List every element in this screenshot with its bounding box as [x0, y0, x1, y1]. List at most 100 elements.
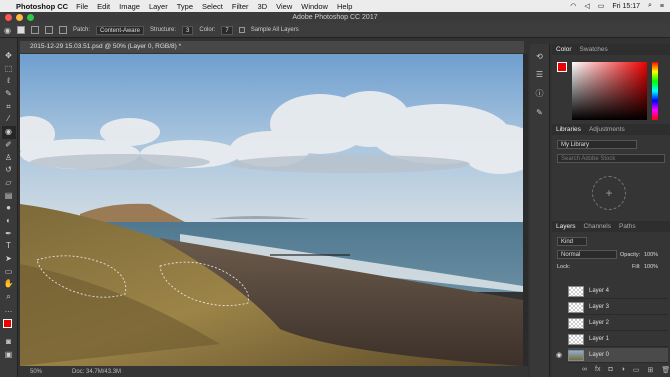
doc-size[interactable]: Doc: 34.7M/43.3M: [72, 369, 121, 375]
new-selection-icon[interactable]: [16, 26, 25, 34]
foreground-color-swatch[interactable]: [557, 62, 567, 72]
blend-mode-select[interactable]: Normal: [557, 250, 617, 259]
layer-row[interactable]: Layer 1: [568, 332, 668, 347]
layer-row[interactable]: Layer 3: [568, 300, 668, 315]
app-menu[interactable]: Photoshop CC: [16, 2, 68, 11]
history-brush-tool-icon[interactable]: ↺: [2, 164, 16, 177]
vertical-scrollbar[interactable]: [523, 54, 528, 366]
menu-clock[interactable]: Fri 15:17: [612, 3, 640, 10]
menu-window[interactable]: Window: [301, 2, 328, 11]
tab-libraries[interactable]: Libraries: [556, 126, 581, 133]
document-tab[interactable]: 2015-12-29 15.03.51.psd @ 50% (Layer 0, …: [20, 41, 524, 53]
hand-tool-icon[interactable]: ✋: [2, 278, 16, 291]
sample-all-checkbox[interactable]: [238, 27, 245, 33]
move-tool-icon[interactable]: ✥: [2, 50, 16, 63]
history-panel-icon[interactable]: ⟲: [536, 52, 543, 61]
layer-thumbnail: [568, 317, 584, 329]
add-library-item-icon[interactable]: +: [592, 176, 626, 210]
menu-view[interactable]: View: [276, 2, 292, 11]
color-field[interactable]: 7: [221, 25, 233, 35]
tab-layers[interactable]: Layers: [556, 223, 576, 230]
stock-search-input[interactable]: Search Adobe Stock: [557, 154, 665, 163]
dodge-tool-icon[interactable]: ◐: [2, 215, 16, 228]
adjustment-layer-icon[interactable]: ◑: [621, 366, 625, 374]
fill-value[interactable]: 100%: [644, 264, 658, 270]
delete-layer-icon[interactable]: 🗑: [661, 366, 670, 374]
info-panel-icon[interactable]: ⓘ: [536, 88, 544, 99]
quick-mask-icon[interactable]: ◙: [2, 336, 16, 349]
layer-name: Layer 4: [589, 288, 610, 294]
document-canvas[interactable]: [20, 54, 523, 366]
eraser-tool-icon[interactable]: ▱: [2, 177, 16, 190]
menu-file[interactable]: File: [76, 2, 88, 11]
foreground-color-swatch[interactable]: [2, 319, 12, 329]
patch-tool-icon[interactable]: ◉: [1, 126, 16, 139]
gradient-tool-icon[interactable]: ▤: [2, 190, 16, 203]
tab-channels[interactable]: Channels: [584, 223, 611, 230]
more-tools-icon[interactable]: …: [2, 304, 16, 317]
color-swatches-icon[interactable]: [2, 316, 16, 336]
layer-row[interactable]: ◉ Layer 0: [556, 348, 668, 363]
tab-swatches[interactable]: Swatches: [580, 46, 608, 53]
link-layers-icon[interactable]: ∞: [582, 366, 587, 374]
menu-layer[interactable]: Layer: [149, 2, 168, 11]
brush-tool-icon[interactable]: ✐: [2, 139, 16, 152]
screen-mode-icon[interactable]: ▣: [2, 349, 16, 362]
zoom-window-button[interactable]: [27, 14, 34, 21]
add-mask-icon[interactable]: ◘: [608, 366, 612, 374]
tab-adjustments[interactable]: Adjustments: [589, 126, 625, 133]
path-select-tool-icon[interactable]: ➤: [2, 253, 16, 266]
layer-name: Layer 1: [589, 336, 610, 342]
color-picker-field[interactable]: [572, 62, 647, 120]
new-group-icon[interactable]: ▭: [633, 366, 640, 374]
sound-icon[interactable]: ◁: [584, 2, 589, 10]
intersect-selection-icon[interactable]: [58, 26, 67, 34]
libraries-tabs: Libraries Adjustments: [552, 124, 670, 135]
menu-image[interactable]: Image: [119, 2, 140, 11]
opacity-value[interactable]: 100%: [644, 252, 658, 258]
layer-filter-kind[interactable]: Kind: [557, 237, 587, 246]
properties-panel-icon[interactable]: ☰: [536, 70, 543, 79]
visibility-eye-icon[interactable]: ◉: [556, 351, 562, 359]
menu-3d[interactable]: 3D: [258, 2, 268, 11]
add-selection-icon[interactable]: [30, 26, 39, 34]
menu-edit[interactable]: Edit: [97, 2, 110, 11]
library-select[interactable]: My Library: [557, 140, 637, 149]
structure-field[interactable]: 3: [182, 25, 194, 35]
eyedropper-tool-icon[interactable]: ⁄: [2, 113, 16, 126]
zoom-level[interactable]: 50%: [30, 369, 42, 375]
close-window-button[interactable]: [5, 14, 12, 21]
shape-tool-icon[interactable]: ▭: [2, 266, 16, 279]
zoom-tool-icon[interactable]: ⌕: [2, 291, 16, 304]
menu-select[interactable]: Select: [202, 2, 223, 11]
patch-tool-icon[interactable]: ◉: [4, 26, 11, 35]
hue-slider[interactable]: [652, 62, 658, 120]
battery-icon[interactable]: ▭: [598, 2, 605, 10]
wifi-icon[interactable]: ◠: [570, 2, 576, 10]
pen-tool-icon[interactable]: ✒: [2, 228, 16, 241]
type-tool-icon[interactable]: T: [2, 240, 16, 253]
layer-row[interactable]: Layer 4: [568, 284, 668, 299]
quick-select-tool-icon[interactable]: ✎: [2, 88, 16, 101]
minimize-window-button[interactable]: [16, 14, 23, 21]
crop-tool-icon[interactable]: ⌗: [2, 101, 16, 114]
layer-name: Layer 2: [589, 320, 610, 326]
list-icon[interactable]: ≡: [660, 3, 664, 10]
search-icon[interactable]: ⌕: [648, 2, 652, 10]
new-layer-icon[interactable]: ⊞: [648, 366, 654, 374]
clone-stamp-tool-icon[interactable]: ♙: [2, 152, 16, 165]
layer-style-icon[interactable]: fx: [595, 366, 600, 374]
blur-tool-icon[interactable]: ●: [2, 202, 16, 215]
subtract-selection-icon[interactable]: [44, 26, 53, 34]
marquee-tool-icon[interactable]: ⬚: [2, 63, 16, 76]
layers-tabs: Layers Channels Paths: [552, 221, 670, 232]
tab-paths[interactable]: Paths: [619, 223, 636, 230]
brush-panel-icon[interactable]: ✎: [536, 108, 543, 117]
tab-color[interactable]: Color: [556, 46, 572, 53]
lasso-tool-icon[interactable]: ℓ: [2, 75, 16, 88]
menu-filter[interactable]: Filter: [232, 2, 249, 11]
menu-type[interactable]: Type: [177, 2, 193, 11]
menu-help[interactable]: Help: [337, 2, 352, 11]
patch-mode-select[interactable]: Content-Aware: [96, 25, 144, 35]
layer-row[interactable]: Layer 2: [568, 316, 668, 331]
